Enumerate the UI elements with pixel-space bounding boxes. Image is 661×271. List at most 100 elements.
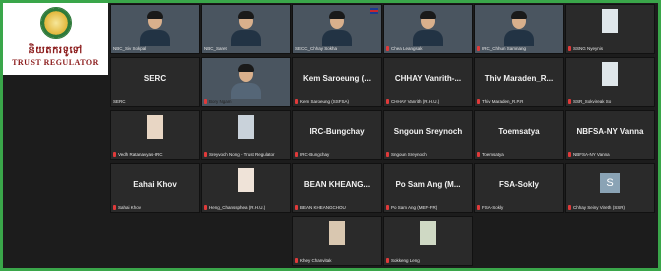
participant-title: CHHAY Vanrith-... — [394, 74, 462, 83]
participant-name: Po Sam Ang (MEF-FR) — [391, 205, 438, 210]
participant-title: SERC — [143, 74, 167, 83]
mic-muted-icon — [113, 205, 116, 210]
participant-tile[interactable]: BEAN KHEANG... BEAN KHEANGCHOU — [292, 163, 382, 213]
participant-name: Chea Leangsak — [391, 46, 423, 51]
mic-muted-icon — [568, 46, 571, 51]
participant-tile[interactable]: FSA-Sokly FSA-Sokly — [474, 163, 564, 213]
participant-name: BEAN KHEANGCHOU — [300, 205, 346, 210]
mic-muted-icon — [477, 99, 480, 104]
participant-tile[interactable]: Eahai Khov Sahai Khov — [110, 163, 200, 213]
participant-title: Toemsatya — [498, 127, 540, 136]
mic-muted-icon — [477, 205, 480, 210]
participant-name: SERC — [113, 99, 126, 104]
participant-tile[interactable]: SERC SERC — [110, 57, 200, 107]
participant-name: Sreyvoch Nong - Trust Regulator — [209, 152, 275, 157]
mic-muted-icon — [204, 205, 207, 210]
avatar: S — [600, 173, 620, 193]
participant-name: Vedh Ratanavyas-IRC — [118, 152, 163, 157]
participant-name: Kem Saroeung (SSFSA) — [300, 99, 350, 104]
mic-muted-icon — [568, 99, 571, 104]
mic-muted-icon — [295, 205, 298, 210]
mic-muted-icon — [204, 99, 207, 104]
profile-photo — [238, 115, 254, 139]
participant-title: BEAN KHEANG... — [303, 180, 371, 189]
profile-photo — [420, 221, 436, 245]
participant-title: Sngoun Sreynoch — [393, 127, 463, 136]
participant-name: Sokkeng Leng — [391, 258, 420, 263]
participant-video — [231, 64, 261, 100]
flag-icon — [370, 8, 378, 14]
participant-name: CHHAY Vanrith (R.H.U.) — [391, 99, 440, 104]
participant-name: SSNG Nyeynis — [573, 46, 604, 51]
participant-tile[interactable]: Chea Leangsak — [383, 4, 473, 54]
participant-video — [231, 11, 261, 47]
participant-tile[interactable]: S Chhay Seiny Vireth (SSR) — [565, 163, 655, 213]
participant-tile[interactable]: Bory Ngam — [201, 57, 291, 107]
participant-tile[interactable]: NBC_Saret — [201, 4, 291, 54]
mic-muted-icon — [386, 99, 389, 104]
emblem-icon — [39, 7, 72, 39]
participant-tile[interactable]: Sokkeng Leng — [383, 216, 473, 266]
mic-muted-icon — [295, 258, 298, 263]
participant-video — [413, 11, 443, 47]
participant-tile[interactable]: Heng_Chanssphea (R.H.U.) — [201, 163, 291, 213]
participant-title: Eahai Khov — [133, 180, 177, 189]
profile-photo — [147, 115, 163, 139]
participant-name: Toemsatya — [482, 152, 504, 157]
profile-photo — [602, 62, 618, 86]
participant-name: IRC-Bungchay — [300, 152, 330, 157]
participant-name: Thiv Maraden_R.P.R — [482, 99, 524, 104]
participant-name: SSR_Sokvireak So — [573, 99, 612, 104]
trust-regulator-logo: និយតករទូទៅ TRUST REGULATOR — [3, 3, 108, 75]
mic-muted-icon — [568, 152, 571, 157]
participant-name: IRC_Chhun Samnang — [482, 46, 527, 51]
participant-tile[interactable]: Khey Chanvitak — [292, 216, 382, 266]
profile-photo — [329, 221, 345, 245]
participant-tile[interactable]: Toemsatya Toemsatya — [474, 110, 564, 160]
participant-tile[interactable]: Thiv Maraden_R... Thiv Maraden_R.P.R — [474, 57, 564, 107]
participant-name: Bory Ngam — [209, 99, 232, 104]
participant-video — [322, 11, 352, 47]
participant-name: Chhay Seiny Vireth (SSR) — [573, 205, 625, 210]
participant-tile[interactable]: SECC_Chhay Sokha — [292, 4, 382, 54]
participant-name: NBC_Siv Sokpal — [113, 46, 147, 51]
participant-name: FSA-Sokly — [482, 205, 504, 210]
participant-name: Khey Chanvitak — [300, 258, 332, 263]
participant-name: SECC_Chhay Sokha — [295, 46, 338, 51]
participant-name: Heng_Chanssphea (R.H.U.) — [209, 205, 266, 210]
participant-tile[interactable]: SSR_Sokvireak So — [565, 57, 655, 107]
mic-muted-icon — [386, 46, 389, 51]
participant-video — [504, 11, 534, 47]
logo-english-text: TRUST REGULATOR — [12, 58, 99, 67]
participant-tile[interactable]: SSNG Nyeynis — [565, 4, 655, 54]
mic-muted-icon — [477, 152, 480, 157]
profile-photo — [602, 9, 618, 33]
participant-tile[interactable]: Po Sam Ang (M... Po Sam Ang (MEF-FR) — [383, 163, 473, 213]
participant-tile[interactable]: Sngoun Sreynoch Sngoun Sreynoch — [383, 110, 473, 160]
mic-muted-icon — [113, 152, 116, 157]
participant-tile[interactable]: CHHAY Vanrith-... CHHAY Vanrith (R.H.U.) — [383, 57, 473, 107]
participant-name: Sngoun Sreynoch — [391, 152, 427, 157]
participant-tile[interactable]: Vedh Ratanavyas-IRC — [110, 110, 200, 160]
mic-muted-icon — [477, 46, 480, 51]
participant-tile[interactable]: IRC_Chhun Samnang — [474, 4, 564, 54]
participant-title: FSA-Sokly — [498, 180, 539, 189]
participant-title: Thiv Maraden_R... — [484, 74, 554, 83]
participant-name: NBFSA-NY Vanna — [573, 152, 610, 157]
profile-photo — [238, 168, 254, 192]
participant-tile[interactable]: Sreyvoch Nong - Trust Regulator — [201, 110, 291, 160]
participant-tile[interactable]: Kem Saroeung (... Kem Saroeung (SSFSA) — [292, 57, 382, 107]
mic-muted-icon — [386, 258, 389, 263]
participant-tile[interactable]: IRC-Bungchay IRC-Bungchay — [292, 110, 382, 160]
participant-tile[interactable]: NBC_Siv Sokpal — [110, 4, 200, 54]
mic-muted-icon — [386, 205, 389, 210]
participant-name: NBC_Saret — [204, 46, 227, 51]
mic-muted-icon — [295, 99, 298, 104]
mic-muted-icon — [295, 152, 298, 157]
participant-title: Kem Saroeung (... — [302, 74, 371, 83]
participant-tile[interactable]: NBFSA-NY Vanna NBFSA-NY Vanna — [565, 110, 655, 160]
mic-muted-icon — [204, 152, 207, 157]
participant-video — [140, 11, 170, 47]
participant-name: Sahai Khov — [118, 205, 142, 210]
mic-muted-icon — [568, 205, 571, 210]
